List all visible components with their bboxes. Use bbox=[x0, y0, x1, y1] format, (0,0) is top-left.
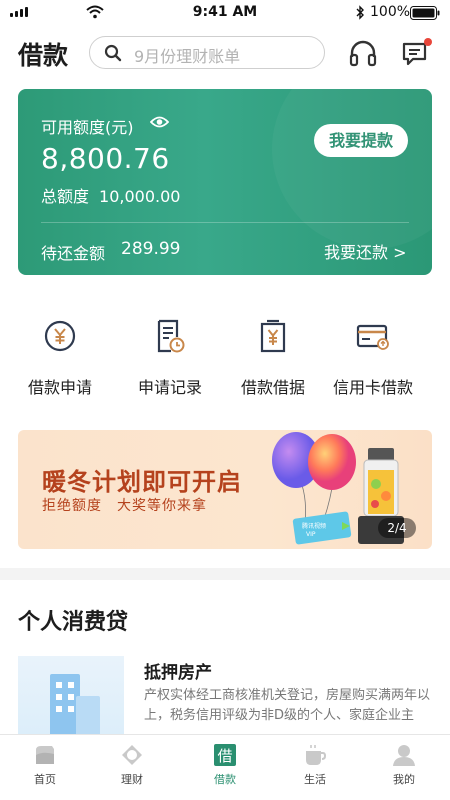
message-icon[interactable] bbox=[401, 38, 433, 68]
action-label: 信用卡借款 bbox=[332, 378, 413, 397]
tab-home[interactable]: 首页 bbox=[10, 743, 80, 787]
building-icon bbox=[18, 656, 124, 736]
total-limit-amount: 10,000.00 bbox=[99, 187, 181, 206]
action-loan-receipts[interactable]: 借款借据 bbox=[218, 318, 328, 398]
action-label: 申请记录 bbox=[137, 378, 202, 397]
yen-receipt-icon bbox=[260, 319, 286, 353]
coffee-cup-icon bbox=[306, 745, 327, 765]
product-description: 产权实体经工商核准机关登记，房屋购买满两年以上，税务信用评级为非D级的个人、家庭… bbox=[144, 688, 431, 723]
finance-icon bbox=[122, 745, 142, 765]
tab-label: 我的 bbox=[393, 773, 415, 786]
action-apply-records[interactable]: 申请记录 bbox=[115, 318, 225, 398]
credit-limit-card: 可用额度(元) 8,800.76 总额度 10,000.00 我要提款 待还金额 … bbox=[18, 89, 432, 275]
total-limit: 总额度 10,000.00 bbox=[41, 183, 180, 207]
banner-pager: 2/4 bbox=[378, 518, 416, 538]
home-icon bbox=[36, 746, 54, 764]
section-separator bbox=[0, 568, 450, 580]
tab-label: 理财 bbox=[121, 773, 143, 786]
eye-icon[interactable] bbox=[150, 115, 169, 129]
action-label: 借款借据 bbox=[240, 378, 305, 397]
action-credit-card-loan[interactable]: 信用卡借款 bbox=[318, 318, 428, 398]
yen-circle-icon bbox=[44, 320, 76, 352]
product-name: 抵押房产 bbox=[144, 663, 212, 683]
product-item[interactable]: 抵押房产 产权实体经工商核准机关登记，房屋购买满两年以上，税务信用评级为非D级的… bbox=[18, 656, 432, 736]
card-divider bbox=[41, 222, 409, 223]
quick-actions: 借款申请 申请记录 借款借据 信用卡借款 bbox=[0, 318, 450, 398]
page-title: 借款 bbox=[18, 41, 69, 70]
header: 借款 9月份理财账单 bbox=[0, 30, 450, 78]
action-label: 借款申请 bbox=[27, 378, 92, 397]
svg-text:腾讯视频: 腾讯视频 bbox=[302, 522, 326, 530]
banner-title: 暖冬计划即可开启 bbox=[42, 468, 242, 496]
search-icon bbox=[104, 44, 122, 62]
search-placeholder: 9月份理财账单 bbox=[134, 47, 241, 66]
notification-badge bbox=[424, 38, 432, 46]
repay-amount: 289.99 bbox=[121, 239, 181, 259]
available-amount: 8,800.76 bbox=[41, 142, 170, 175]
tab-life[interactable]: 生活 bbox=[280, 743, 350, 787]
withdraw-button[interactable]: 我要提款 bbox=[314, 124, 408, 157]
promo-banner[interactable]: 暖冬计划即可开启 拒绝额度 大奖等你来拿 腾讯视频 VIP 2/4 bbox=[18, 430, 432, 549]
svg-text:借: 借 bbox=[217, 747, 232, 765]
battery-percent: 100% bbox=[370, 4, 411, 20]
action-loan-apply[interactable]: 借款申请 bbox=[5, 318, 115, 398]
svg-text:VIP: VIP bbox=[306, 531, 316, 538]
search-input[interactable]: 9月份理财账单 bbox=[89, 36, 325, 69]
battery-icon bbox=[410, 6, 440, 20]
tab-me[interactable]: 我的 bbox=[369, 743, 439, 787]
tab-label: 生活 bbox=[304, 773, 326, 786]
user-icon bbox=[393, 745, 415, 766]
tab-loan[interactable]: 借 借款 bbox=[190, 743, 260, 787]
tab-bar: 首页 理财 借 借款 生活 我的 bbox=[0, 734, 450, 800]
total-limit-label: 总额度 bbox=[41, 187, 90, 206]
loan-icon: 借 bbox=[214, 744, 236, 766]
document-clock-icon bbox=[157, 319, 185, 353]
tab-label: 借款 bbox=[214, 773, 236, 786]
headset-icon[interactable] bbox=[348, 38, 378, 68]
section-title: 个人消费贷 bbox=[18, 610, 129, 635]
available-limit-label: 可用额度(元) bbox=[41, 118, 134, 137]
bluetooth-icon bbox=[356, 5, 364, 20]
credit-card-icon bbox=[356, 324, 389, 350]
banner-subtitle: 拒绝额度 大奖等你来拿 bbox=[42, 498, 207, 514]
tab-finance[interactable]: 理财 bbox=[97, 743, 167, 787]
repay-link[interactable]: 我要还款 > bbox=[324, 239, 407, 263]
status-bar: 9:41 AM 100% bbox=[0, 0, 450, 26]
repay-label: 待还金额 bbox=[41, 244, 106, 263]
tab-label: 首页 bbox=[34, 773, 56, 786]
